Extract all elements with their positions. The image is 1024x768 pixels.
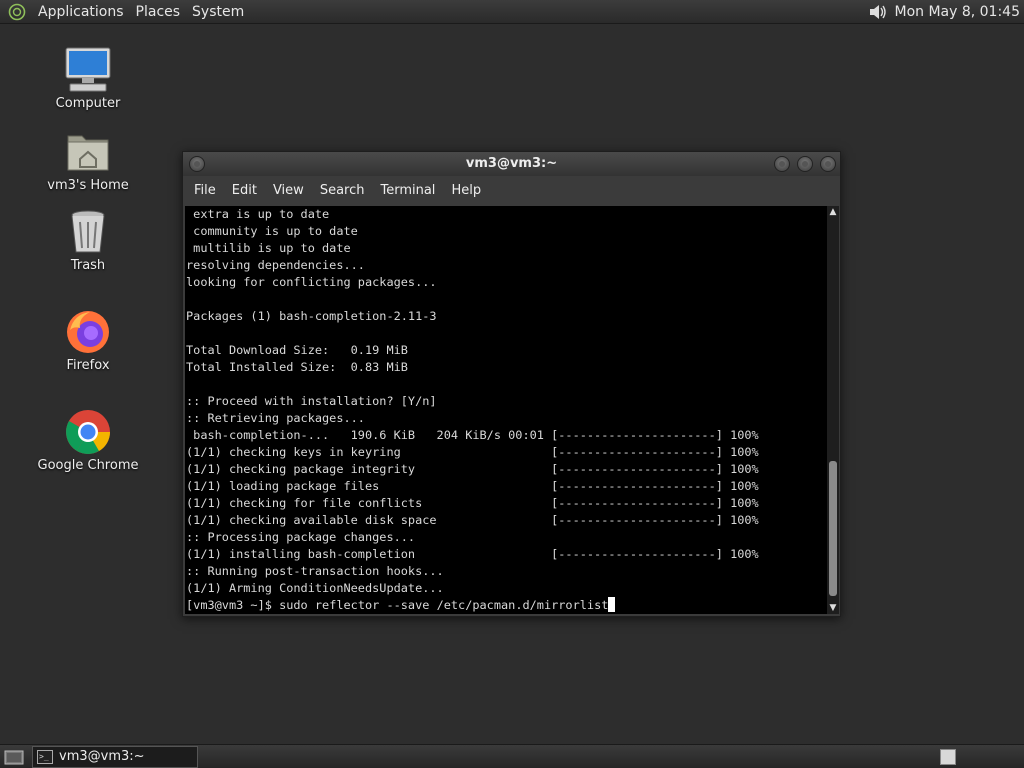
- terminal-line: extra is up to date: [186, 207, 330, 221]
- terminal-window[interactable]: vm3@vm3:~ File Edit View Search Terminal…: [182, 151, 841, 617]
- desktop-icon-label: Computer: [55, 96, 121, 111]
- shell-prompt: [vm3@vm3 ~]$: [186, 598, 280, 612]
- scroll-up-arrow-icon[interactable]: ▲: [828, 206, 838, 218]
- terminal-line: community is up to date: [186, 224, 358, 238]
- volume-icon[interactable]: [866, 1, 890, 23]
- desktop-icon-label: Trash: [70, 258, 106, 273]
- menu-places[interactable]: Places: [130, 1, 187, 23]
- desktop-icon-label: Firefox: [66, 358, 110, 373]
- menu-view[interactable]: View: [265, 177, 312, 205]
- terminal-line: resolving dependencies...: [186, 258, 365, 272]
- clock[interactable]: Mon May 8, 01:45: [894, 4, 1024, 20]
- terminal-line: (1/1) checking available disk space [---…: [186, 513, 759, 527]
- terminal-line: (1/1) checking keys in keyring [--------…: [186, 445, 759, 459]
- terminal-line: multilib is up to date: [186, 241, 351, 255]
- terminal-line: looking for conflicting packages...: [186, 275, 437, 289]
- desktop-icon-firefox[interactable]: Firefox: [33, 308, 143, 373]
- desktop-icon-label: Google Chrome: [37, 458, 139, 473]
- terminal-line: :: Retrieving packages...: [186, 411, 365, 425]
- workspace-switcher-icon[interactable]: [940, 749, 956, 765]
- desktop-icon-home[interactable]: vm3's Home: [33, 128, 143, 193]
- terminal-icon: >_: [37, 749, 53, 764]
- text-cursor: [608, 597, 616, 612]
- terminal-line: (1/1) loading package files [-----------…: [186, 479, 759, 493]
- terminal-line: (1/1) installing bash-completion [------…: [186, 547, 759, 561]
- computer-icon: [64, 46, 112, 94]
- desktop-icon-chrome[interactable]: Google Chrome: [33, 408, 143, 473]
- top-panel: Applications Places System Mon May 8, 01…: [0, 0, 1024, 24]
- terminal-output[interactable]: extra is up to date community is up to d…: [185, 206, 827, 614]
- desktop-icon-computer[interactable]: Computer: [33, 46, 143, 111]
- menu-terminal[interactable]: Terminal: [372, 177, 443, 205]
- desktop-icon-trash[interactable]: Trash: [33, 208, 143, 273]
- window-titlebar[interactable]: vm3@vm3:~: [183, 152, 840, 176]
- terminal-line: (1/1) checking package integrity [------…: [186, 462, 759, 476]
- bottom-panel: >_ vm3@vm3:~: [0, 744, 1024, 768]
- scroll-down-arrow-icon[interactable]: ▼: [828, 602, 838, 614]
- window-title: vm3@vm3:~: [465, 156, 558, 171]
- terminal-line: :: Proceed with installation? [Y/n]: [186, 394, 437, 408]
- distro-logo-icon[interactable]: [6, 1, 28, 23]
- terminal-line: Packages (1) bash-completion-2.11-3: [186, 309, 437, 323]
- minimize-button[interactable]: [774, 156, 790, 172]
- menu-help[interactable]: Help: [443, 177, 489, 205]
- menu-system[interactable]: System: [186, 1, 250, 23]
- menu-edit[interactable]: Edit: [224, 177, 265, 205]
- show-desktop-icon[interactable]: [4, 748, 24, 766]
- close-button[interactable]: [820, 156, 836, 172]
- terminal-line: Total Download Size: 0.19 MiB: [186, 343, 408, 357]
- terminal-line: :: Running post-transaction hooks...: [186, 564, 444, 578]
- terminal-menubar: File Edit View Search Terminal Help: [183, 176, 840, 206]
- window-menu-button[interactable]: [189, 156, 205, 172]
- terminal-prompt-line[interactable]: [vm3@vm3 ~]$ sudo reflector --save /etc/…: [186, 597, 827, 614]
- command-input[interactable]: sudo reflector --save /etc/pacman.d/mirr…: [279, 598, 608, 612]
- trash-icon: [64, 208, 112, 256]
- terminal-line: (1/1) checking for file conflicts [-----…: [186, 496, 759, 510]
- taskbar-label: vm3@vm3:~: [59, 749, 145, 764]
- menu-file[interactable]: File: [186, 177, 224, 205]
- maximize-button[interactable]: [797, 156, 813, 172]
- scrollbar-thumb[interactable]: [829, 461, 837, 596]
- menu-search[interactable]: Search: [312, 177, 373, 205]
- home-folder-icon: [64, 128, 112, 176]
- terminal-scrollbar[interactable]: ▲ ▼: [827, 206, 839, 614]
- taskbar-terminal-button[interactable]: >_ vm3@vm3:~: [32, 745, 198, 768]
- terminal-line: Total Installed Size: 0.83 MiB: [186, 360, 408, 374]
- menu-applications[interactable]: Applications: [32, 1, 130, 23]
- firefox-icon: [64, 308, 112, 356]
- terminal-line: (1/1) Arming ConditionNeedsUpdate...: [186, 581, 444, 595]
- terminal-line: bash-completion-... 190.6 KiB 204 KiB/s …: [186, 428, 759, 442]
- chrome-icon: [64, 408, 112, 456]
- terminal-line: :: Processing package changes...: [186, 530, 416, 544]
- desktop-icon-label: vm3's Home: [47, 178, 129, 193]
